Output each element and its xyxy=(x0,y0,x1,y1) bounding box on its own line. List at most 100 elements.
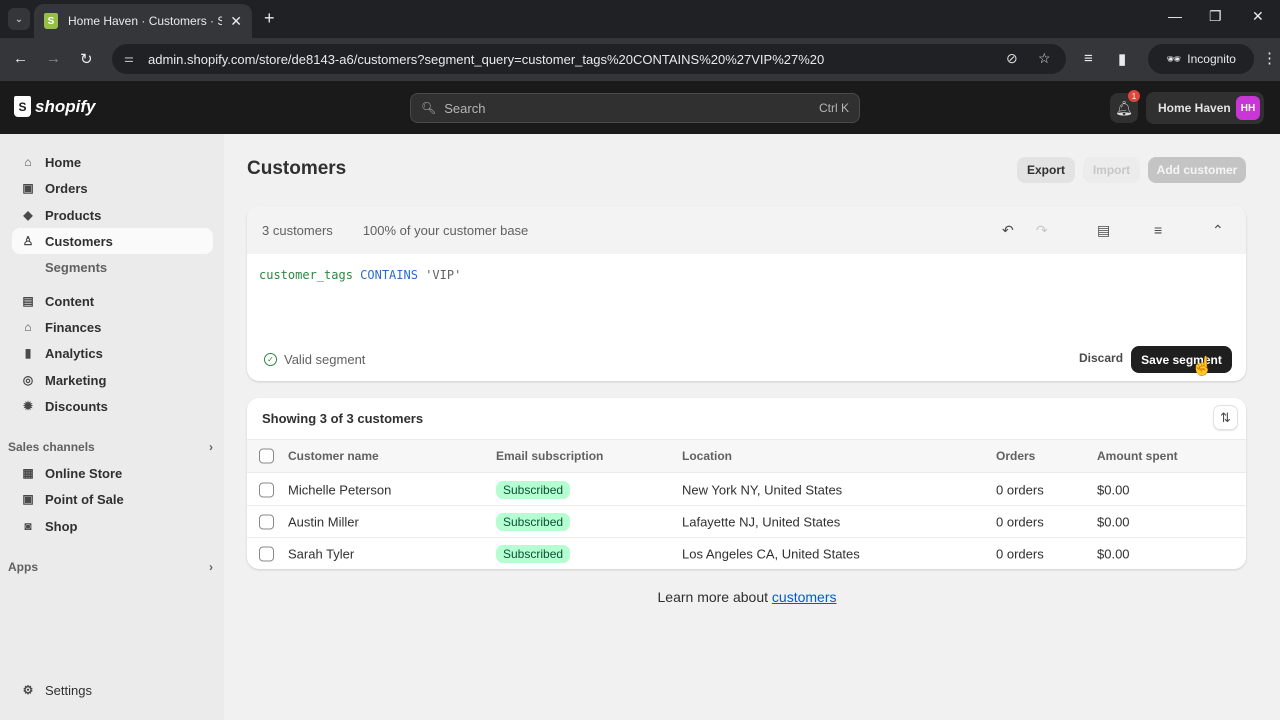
pos-icon: ▣ xyxy=(22,492,34,506)
select-all-checkbox[interactable] xyxy=(259,448,274,464)
segment-footer: ✓ Valid segment Discard Save segment xyxy=(247,338,1246,381)
back-icon[interactable]: ← xyxy=(13,50,28,67)
sidebar-item-segments[interactable]: Segments xyxy=(12,254,213,280)
segment-status: ✓ Valid segment xyxy=(264,352,365,367)
customer-name[interactable]: Michelle Peterson xyxy=(288,482,391,497)
row-checkbox[interactable] xyxy=(259,514,274,529)
save-segment-button[interactable]: Save segment xyxy=(1131,346,1232,373)
sidebar-item-settings[interactable]: ⚙ Settings xyxy=(12,677,213,703)
sort-button[interactable]: ⇅ xyxy=(1213,405,1238,430)
content-icon: ▤ xyxy=(22,294,34,308)
add-customer-button[interactable]: Add customer xyxy=(1148,157,1246,183)
filter-icon[interactable]: ≡ xyxy=(1154,222,1162,238)
table-header: Customer name Email subscription Locatio… xyxy=(247,439,1246,473)
sidebar: ⌂ Home ▣ Orders ◆ Products ♙ Customers Segme… xyxy=(0,134,224,720)
sidebar-item-label: Content xyxy=(45,293,95,309)
search-shortcut: Ctrl K xyxy=(819,101,849,115)
bar-chart-icon: ▮ xyxy=(24,346,32,360)
customer-location: Los Angeles CA, United States xyxy=(682,546,860,562)
restore-icon[interactable]: ❐ xyxy=(1209,8,1222,25)
sidebar-item-online-store[interactable]: ▦ Online Store xyxy=(12,460,213,486)
search-input[interactable]: 🔍︎ Search Ctrl K xyxy=(410,93,860,123)
tab-search-button[interactable]: ⌄ xyxy=(8,8,30,30)
row-checkbox[interactable] xyxy=(259,546,274,562)
site-info-icon[interactable]: ⚌ xyxy=(124,52,134,65)
chevron-down-icon: ⌄ xyxy=(14,13,24,25)
mouse-cursor-icon: ☝ xyxy=(1191,356,1214,376)
customer-name[interactable]: Austin Miller xyxy=(288,514,359,529)
table-row[interactable]: Michelle Peterson Subscribed New York NY… xyxy=(247,474,1246,506)
sidebar-item-customers[interactable]: ♙ Customers xyxy=(12,228,213,254)
column-header-location[interactable]: Location xyxy=(682,449,732,463)
target-icon: ◎ xyxy=(22,373,34,387)
sidebar-item-content[interactable]: ▤ Content xyxy=(12,288,213,314)
column-header-name[interactable]: Customer name xyxy=(288,449,379,463)
shopify-logo[interactable]: S shopify xyxy=(14,96,95,117)
close-tab-icon[interactable]: ✕ xyxy=(230,13,242,30)
incognito-label: Incognito xyxy=(1187,52,1236,66)
sidebar-item-finances[interactable]: ⌂ Finances xyxy=(12,314,213,340)
column-header-subscription[interactable]: Email subscription xyxy=(496,449,603,463)
redo-icon[interactable]: ↷ xyxy=(1036,222,1048,239)
sidebar-item-label: Finances xyxy=(45,319,102,335)
forward-icon[interactable]: → xyxy=(46,50,61,67)
row-checkbox[interactable] xyxy=(259,482,274,497)
customer-name[interactable]: Sarah Tyler xyxy=(288,547,354,562)
shopify-bag-icon: S xyxy=(14,96,31,117)
sidebar-item-shop[interactable]: ◙ Shop xyxy=(12,513,213,539)
sidebar-item-home[interactable]: ⌂ Home xyxy=(12,149,213,175)
sidebar-item-analytics[interactable]: ▮ Analytics xyxy=(12,340,213,366)
star-icon[interactable]: ☆ xyxy=(1038,50,1051,67)
customer-orders: 0 orders xyxy=(996,482,1044,497)
admin-topbar: S shopify 🔍︎ Search Ctrl K 🔔︎ 1 Home Hav… xyxy=(0,81,1280,134)
customer-location: Lafayette NJ, United States xyxy=(682,514,841,529)
sales-channels-header[interactable]: Sales channels › xyxy=(8,440,213,454)
address-bar[interactable]: ⚌ admin.shopify.com/store/de8143-a6/cust… xyxy=(112,44,1066,74)
sidebar-item-products[interactable]: ◆ Products xyxy=(12,202,213,228)
column-header-amount[interactable]: Amount spent xyxy=(1097,449,1178,463)
collapse-chevron-up-icon[interactable]: ⌃ xyxy=(1212,222,1224,239)
shopify-favicon-icon: S xyxy=(44,13,58,29)
apps-header[interactable]: Apps › xyxy=(8,560,213,574)
side-panel-icon[interactable]: ▮ xyxy=(1118,50,1126,68)
store-icon: ▦ xyxy=(22,466,34,480)
browser-toolbar: ← → ↻ ⚌ admin.shopify.com/store/de8143-a… xyxy=(0,38,1280,81)
bell-icon: 🔔︎ xyxy=(1115,99,1133,116)
sidebar-item-marketing[interactable]: ◎ Marketing xyxy=(12,367,213,393)
search-placeholder: Search xyxy=(444,100,486,116)
tag-icon: ◆ xyxy=(23,208,33,222)
segment-editor-card: 3 customers 100% of your customer base ↶… xyxy=(247,206,1246,381)
subscription-badge: Subscribed xyxy=(496,480,571,499)
sidebar-item-orders[interactable]: ▣ Orders xyxy=(12,175,213,201)
sidebar-item-label: Segments xyxy=(45,259,108,275)
import-button[interactable]: Import xyxy=(1083,157,1140,183)
sidebar-item-point-of-sale[interactable]: ▣ Point of Sale xyxy=(12,486,213,512)
sidebar-item-label: Shop xyxy=(45,518,78,534)
table-row[interactable]: Sarah Tyler Subscribed Los Angeles CA, U… xyxy=(247,538,1246,569)
browser-tab-bar: ⌄ S Home Haven · Customers · Shopify ✕ +… xyxy=(0,0,1280,38)
templates-icon[interactable]: ▤ xyxy=(1097,222,1110,239)
new-tab-button[interactable]: + xyxy=(264,8,275,29)
browser-tab[interactable]: S Home Haven · Customers · Shopify ✕ xyxy=(34,4,252,38)
media-icon[interactable]: ≡ xyxy=(1084,50,1093,67)
sidebar-item-label: Orders xyxy=(45,180,88,196)
sidebar-item-discounts[interactable]: ✹ Discounts xyxy=(12,393,213,419)
incognito-badge[interactable]: 🕶 Incognito xyxy=(1148,44,1254,74)
segment-percent: 100% of your customer base xyxy=(362,222,529,238)
undo-icon[interactable]: ↶ xyxy=(1002,222,1014,239)
learn-more-link[interactable]: customers xyxy=(772,589,837,605)
reload-icon[interactable]: ↻ xyxy=(80,50,93,68)
export-button[interactable]: Export xyxy=(1017,157,1075,183)
avatar: HH xyxy=(1236,96,1260,120)
discard-button[interactable]: Discard xyxy=(1079,351,1123,365)
store-menu-button[interactable]: Home Haven HH xyxy=(1146,92,1264,124)
segment-query-editor[interactable]: customer_tags CONTAINS 'VIP' xyxy=(259,268,461,282)
browser-menu-icon[interactable]: ⋮ xyxy=(1262,49,1277,67)
apps-label: Apps xyxy=(8,560,38,574)
notifications-button[interactable]: 🔔︎ 1 xyxy=(1110,90,1140,123)
table-row[interactable]: Austin Miller Subscribed Lafayette NJ, U… xyxy=(247,506,1246,538)
minimize-icon[interactable]: — xyxy=(1168,8,1182,24)
close-window-icon[interactable]: ✕ xyxy=(1252,8,1264,25)
eye-off-icon[interactable]: ⊘ xyxy=(1006,50,1018,67)
column-header-orders[interactable]: Orders xyxy=(996,449,1035,463)
